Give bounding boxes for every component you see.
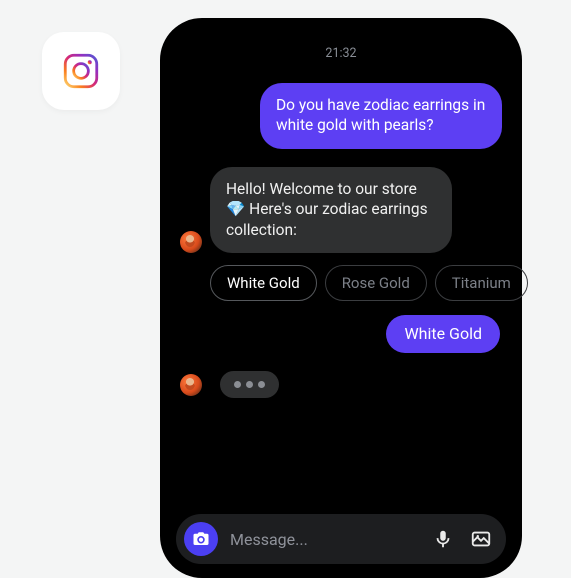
typing-dot: [234, 381, 241, 388]
camera-button[interactable]: [184, 522, 218, 556]
message-row-sent: Do you have zodiac earrings in white gol…: [180, 83, 502, 149]
typing-indicator-row: [180, 371, 502, 398]
bot-avatar[interactable]: [180, 231, 202, 253]
user-message-bubble[interactable]: Do you have zodiac earrings in white gol…: [260, 83, 502, 149]
microphone-button[interactable]: [432, 528, 454, 550]
gallery-button[interactable]: [470, 528, 492, 550]
gallery-icon: [470, 528, 492, 550]
quick-reply-chip[interactable]: White Gold: [210, 265, 317, 301]
user-selection-row: White Gold: [180, 315, 502, 353]
message-row-received: Hello! Welcome to our store 💎 Here's our…: [180, 167, 502, 253]
bot-avatar[interactable]: [180, 374, 202, 396]
message-input[interactable]: Message...: [230, 530, 420, 549]
instagram-badge: [42, 32, 120, 110]
typing-indicator: [220, 371, 279, 398]
typing-dot: [246, 381, 253, 388]
user-selection-bubble[interactable]: White Gold: [386, 315, 500, 353]
message-composer: Message...: [176, 514, 506, 564]
message-list: Do you have zodiac earrings in white gol…: [176, 83, 506, 514]
instagram-icon: [60, 50, 102, 92]
typing-dot: [258, 381, 265, 388]
chat-timestamp: 21:32: [176, 46, 506, 61]
quick-reply-row: White Gold Rose Gold Titanium: [210, 265, 502, 301]
phone-frame: 21:32 Do you have zodiac earrings in whi…: [160, 18, 522, 578]
quick-reply-chip[interactable]: Rose Gold: [325, 265, 427, 301]
quick-reply-chip[interactable]: Titanium: [435, 265, 528, 301]
camera-icon: [192, 530, 210, 548]
bot-message-bubble[interactable]: Hello! Welcome to our store 💎 Here's our…: [210, 167, 452, 253]
microphone-icon: [432, 528, 454, 550]
